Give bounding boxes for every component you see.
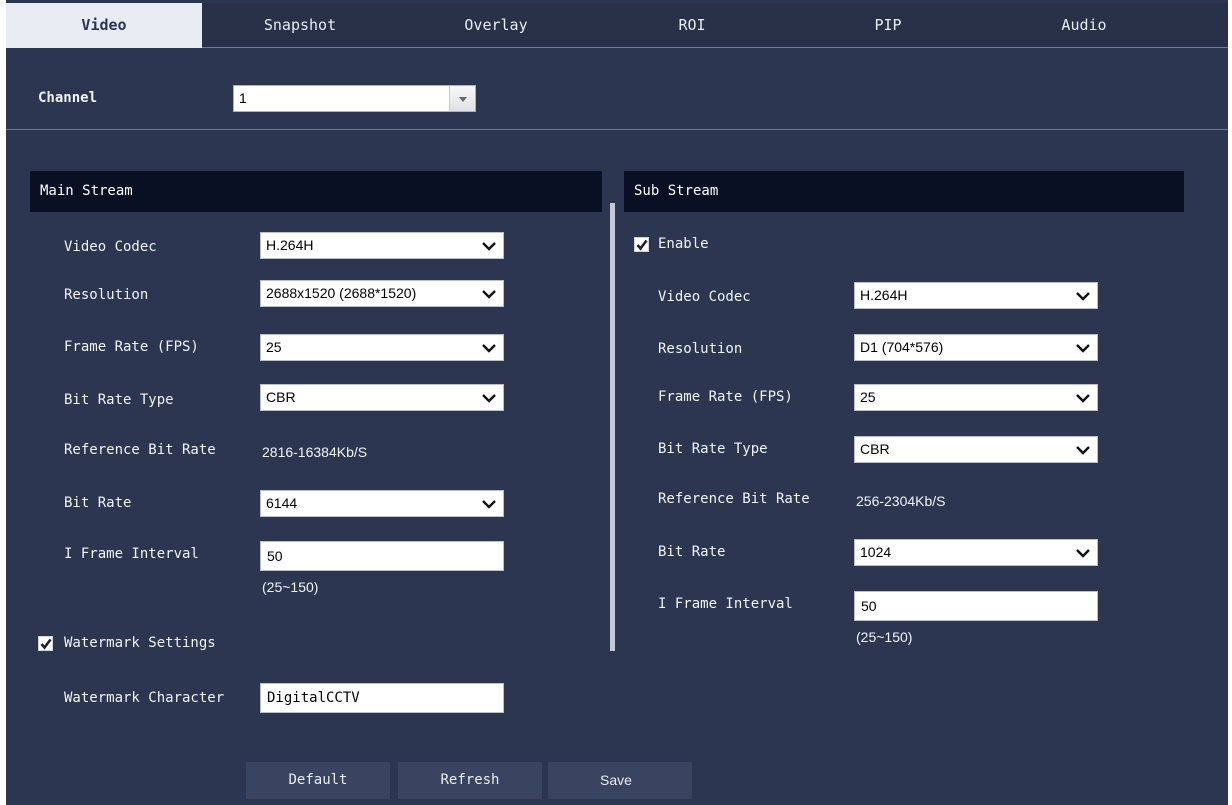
main-video-codec-label: Video Codec [64, 239, 157, 255]
sub-resolution-value: D1 (704*576) [860, 339, 944, 355]
save-button[interactable]: Save [548, 762, 692, 799]
sub-bit-rate-label: Bit Rate [658, 544, 726, 560]
main-resolution-label: Resolution [64, 287, 149, 303]
sub-frame-rate-label: Frame Rate (FPS) [658, 389, 793, 405]
tab-pip[interactable]: PIP [790, 3, 986, 48]
tab-audio[interactable]: Audio [986, 3, 1182, 48]
main-reference-bit-rate-label: Reference Bit Rate [64, 442, 216, 458]
sub-resolution-select[interactable]: D1 (704*576) [854, 334, 1098, 361]
main-resolution-select[interactable]: 2688x1520 (2688*1520) [260, 280, 504, 307]
main-video-codec-select[interactable]: H.264H [260, 232, 504, 259]
watermark-settings-label: Watermark Settings [64, 635, 216, 651]
channel-select[interactable]: 1 [233, 85, 476, 112]
chevron-down-icon [482, 394, 496, 403]
channel-value: 1 [239, 90, 247, 106]
sub-frame-rate-select[interactable]: 25 [854, 384, 1098, 411]
sub-i-frame-interval-label: I Frame Interval [658, 596, 793, 612]
chevron-down-icon [1076, 292, 1090, 301]
main-reference-bit-rate-value: 2816-16384Kb/S [262, 444, 368, 460]
sub-bit-rate-type-label: Bit Rate Type [658, 441, 768, 457]
main-frame-rate-select[interactable]: 25 [260, 334, 504, 361]
main-bit-rate-label: Bit Rate [64, 495, 132, 511]
video-settings-page: Video Snapshot Overlay ROI PIP Audio Cha… [6, 0, 1228, 805]
main-bit-rate-type-label: Bit Rate Type [64, 392, 174, 408]
settings-tab-bar: Video Snapshot Overlay ROI PIP Audio [6, 3, 1228, 48]
tab-roi[interactable]: ROI [594, 3, 790, 48]
main-bit-rate-type-select[interactable]: CBR [260, 384, 504, 411]
chevron-down-icon [482, 500, 496, 509]
main-video-codec-value: H.264H [266, 237, 314, 253]
sub-video-codec-label: Video Codec [658, 289, 751, 305]
watermark-character-input[interactable]: DigitalCCTV [260, 683, 504, 713]
sub-video-codec-select[interactable]: H.264H [854, 282, 1098, 309]
tab-video[interactable]: Video [6, 3, 202, 48]
sub-stream-enable-checkbox[interactable] [634, 237, 649, 252]
chevron-down-icon [1076, 344, 1090, 353]
main-i-frame-interval-range: (25~150) [262, 579, 319, 595]
sub-reference-bit-rate-label: Reference Bit Rate [658, 491, 810, 507]
stream-divider [610, 203, 615, 651]
chevron-down-icon [482, 344, 496, 353]
chevron-down-icon [1076, 394, 1090, 403]
tab-overlay[interactable]: Overlay [398, 3, 594, 48]
tab-snapshot[interactable]: Snapshot [202, 3, 398, 48]
sub-bit-rate-select[interactable]: 1024 [854, 539, 1098, 566]
channel-label: Channel [38, 90, 98, 106]
main-resolution-value: 2688x1520 (2688*1520) [266, 285, 417, 301]
dropdown-arrow-icon[interactable] [449, 86, 475, 111]
sub-video-codec-value: H.264H [860, 287, 908, 303]
default-button[interactable]: Default [246, 762, 390, 799]
sub-stream-header: Sub Stream [624, 171, 1184, 212]
watermark-character-label: Watermark Character [64, 690, 225, 706]
sub-resolution-label: Resolution [658, 341, 743, 357]
watermark-settings-checkbox[interactable] [38, 636, 53, 651]
sub-i-frame-interval-range: (25~150) [856, 629, 913, 645]
sub-frame-rate-value: 25 [860, 389, 876, 405]
checkmark-icon [636, 239, 648, 251]
sub-bit-rate-type-select[interactable]: CBR [854, 436, 1098, 463]
chevron-down-icon [482, 290, 496, 299]
chevron-down-icon [1076, 549, 1090, 558]
main-bit-rate-type-value: CBR [266, 389, 296, 405]
sub-bit-rate-value: 1024 [860, 544, 892, 560]
main-i-frame-interval-input[interactable]: 50 [260, 541, 504, 571]
sub-reference-bit-rate-value: 256-2304Kb/S [856, 493, 946, 509]
main-frame-rate-label: Frame Rate (FPS) [64, 339, 199, 355]
main-bit-rate-select[interactable]: 6144 [260, 490, 504, 517]
channel-divider [6, 129, 1228, 130]
main-stream-header: Main Stream [30, 171, 602, 212]
sub-bit-rate-type-value: CBR [860, 441, 890, 457]
main-bit-rate-value: 6144 [266, 495, 298, 511]
main-frame-rate-value: 25 [266, 339, 282, 355]
sub-i-frame-interval-input[interactable]: 50 [854, 591, 1098, 621]
chevron-down-icon [482, 242, 496, 251]
chevron-down-icon [1076, 446, 1090, 455]
main-i-frame-interval-label: I Frame Interval [64, 546, 199, 562]
checkmark-icon [40, 638, 52, 650]
refresh-button[interactable]: Refresh [398, 762, 542, 799]
sub-stream-enable-label: Enable [658, 236, 709, 252]
